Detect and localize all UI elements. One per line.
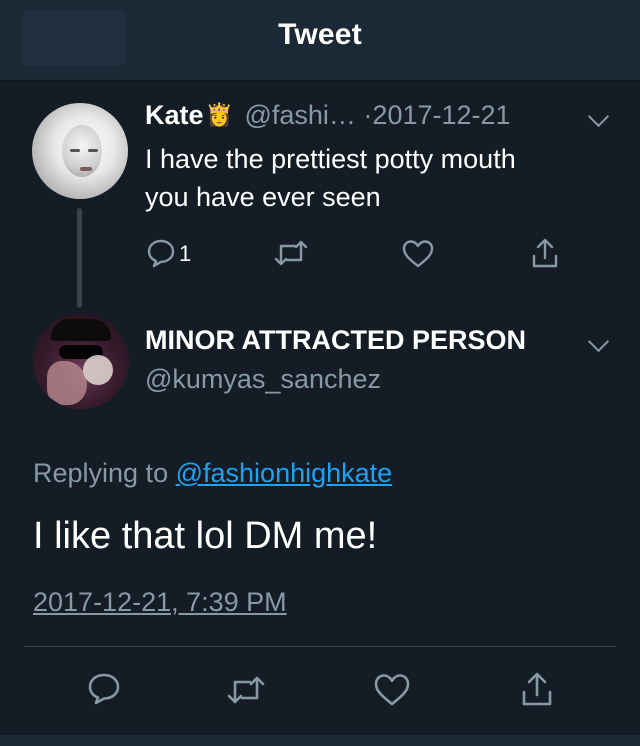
heart-icon[interactable] [401, 238, 435, 270]
bottom-bar [0, 735, 640, 746]
tweet-date[interactable]: 2017-12-21 [372, 100, 510, 130]
page-title: Tweet [278, 18, 362, 51]
replying-prefix: Replying to [33, 458, 169, 488]
retweet-icon[interactable] [226, 673, 266, 707]
top-bar: Tweet [0, 0, 640, 81]
divider [24, 646, 616, 647]
replying-to: Replying to @fashionhighkate [33, 458, 392, 489]
share-icon[interactable] [519, 670, 555, 708]
chevron-down-icon[interactable] [587, 330, 610, 353]
author-name[interactable]: Kate [145, 100, 204, 130]
reply-count: 1 [179, 241, 192, 266]
thread-connector [77, 208, 82, 308]
chevron-down-icon[interactable] [587, 105, 610, 128]
heart-icon[interactable] [373, 672, 411, 708]
author-handle[interactable]: @fashi… [244, 100, 355, 130]
parent-tweet-text: I have the prettiest potty mouth you hav… [145, 144, 516, 212]
replying-handle-link[interactable]: @fashionhighkate [176, 458, 393, 488]
retweet-icon[interactable] [273, 238, 309, 268]
share-icon[interactable] [529, 236, 561, 270]
reply-icon[interactable] [86, 671, 122, 707]
main-tweet-text: I like that lol DM me! [33, 515, 378, 557]
reply-icon[interactable] [145, 237, 177, 269]
tweet-timestamp[interactable]: 2017-12-21, 7:39 PM [33, 587, 287, 618]
avatar-minor[interactable] [33, 313, 129, 409]
author-name[interactable]: MINOR ATTRACTED PERSON [145, 325, 526, 356]
avatar-kate[interactable] [32, 103, 128, 199]
author-handle[interactable]: @kumyas_sanchez [145, 364, 381, 395]
parent-tweet-header: Kate👸 @fashi… ·2017-12-21 [145, 100, 511, 131]
princess-emoji: 👸 [205, 102, 233, 127]
